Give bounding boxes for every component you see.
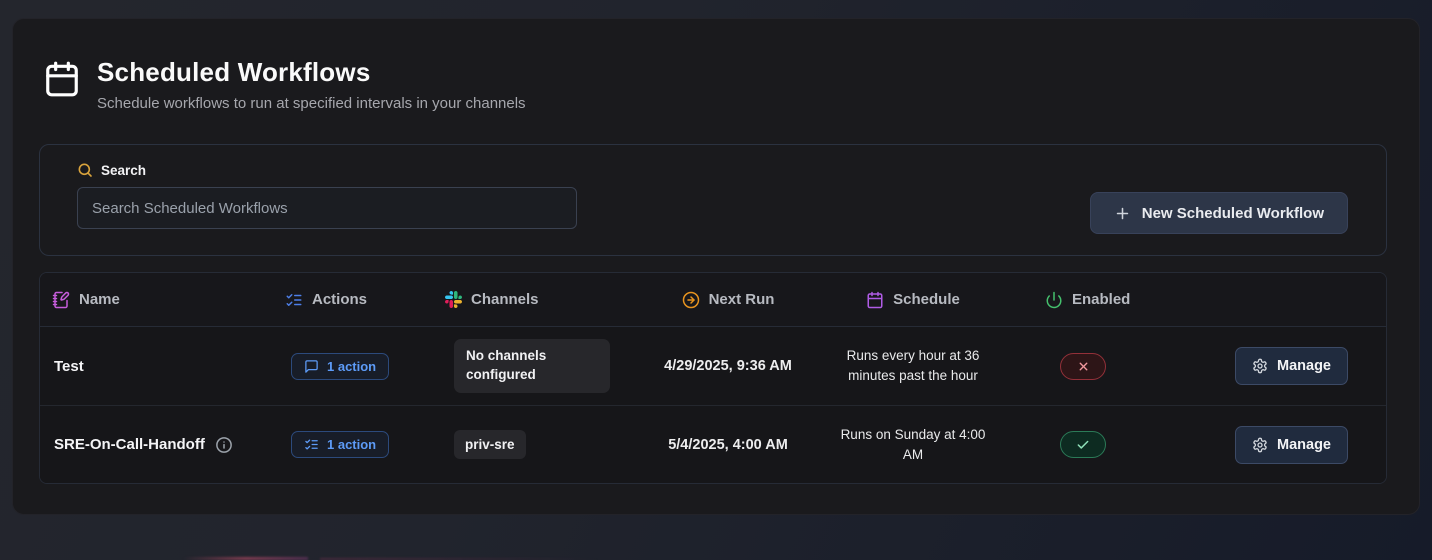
slack-icon	[445, 291, 462, 308]
gear-icon	[1252, 437, 1268, 453]
manage-button-label: Manage	[1277, 358, 1331, 374]
schedule-description: Runs every hour at 36 minutes past the h…	[846, 348, 980, 383]
actions-count-label: 1 action	[327, 437, 377, 452]
column-label-next-run: Next Run	[708, 291, 775, 308]
calendar-icon	[866, 291, 884, 309]
search-panel: Search New Scheduled Workflow	[39, 144, 1387, 256]
column-label-actions: Actions	[312, 291, 368, 308]
page-subtitle: Schedule workflows to run at specified i…	[97, 95, 526, 112]
search-input[interactable]	[77, 187, 577, 229]
column-label-enabled: Enabled	[1072, 291, 1131, 308]
manage-button[interactable]: Manage	[1235, 425, 1348, 464]
new-scheduled-workflow-button[interactable]: New Scheduled Workflow	[1089, 192, 1348, 234]
x-icon	[1077, 360, 1090, 373]
gear-icon	[1252, 358, 1268, 374]
table-row: Test 1 action No channels configured 4/2…	[40, 327, 1386, 405]
page-title: Scheduled Workflows	[97, 57, 371, 87]
column-label-channels: Channels	[471, 291, 539, 308]
scheduled-workflows-card: Scheduled Workflows Schedule workflows t…	[12, 18, 1420, 515]
power-icon	[1045, 291, 1063, 309]
status-enabled-pill[interactable]	[1060, 431, 1106, 458]
column-header-next-run: Next Run	[643, 291, 813, 309]
channels-empty-badge: No channels configured	[454, 339, 610, 393]
info-icon[interactable]	[215, 436, 233, 454]
actions-count-badge[interactable]: 1 action	[291, 352, 390, 380]
page-header: Scheduled Workflows Schedule workflows t…	[43, 57, 1387, 112]
schedule-description: Runs on Sunday at 4:00 AM	[840, 426, 986, 462]
workflow-name: SRE-On-Call-Handoff	[40, 436, 273, 454]
actions-count-badge[interactable]: 1 action	[291, 431, 390, 458]
notebook-pen-icon	[52, 291, 70, 309]
new-scheduled-workflow-label: New Scheduled Workflow	[1141, 204, 1324, 222]
table-row: SRE-On-Call-Handoff 1 action priv-sre 5/…	[40, 405, 1386, 483]
column-header-name: Name	[40, 291, 273, 309]
channel-tag: priv-sre	[454, 430, 526, 459]
actions-count-label: 1 action	[327, 358, 377, 374]
search-icon	[77, 162, 93, 178]
workflow-name: Test	[54, 357, 84, 375]
arrow-right-circle-icon	[682, 291, 700, 309]
list-checks-icon	[285, 291, 303, 309]
status-disabled-pill[interactable]	[1060, 352, 1106, 380]
column-header-actions: Actions	[273, 291, 433, 309]
manage-button[interactable]: Manage	[1235, 347, 1348, 385]
manage-button-label: Manage	[1277, 436, 1331, 453]
check-icon	[1076, 438, 1090, 452]
column-header-enabled: Enabled	[1013, 291, 1153, 309]
column-label-schedule: Schedule	[893, 291, 960, 308]
list-checks-icon	[304, 437, 319, 452]
workflows-table: Name Actions Channels Next Run Schedule …	[39, 272, 1387, 484]
table-header-row: Name Actions Channels Next Run Schedule …	[40, 273, 1386, 327]
column-label-name: Name	[79, 291, 120, 308]
next-run-value: 4/29/2025, 9:36 AM	[664, 358, 792, 374]
next-run-value: 5/4/2025, 4:00 AM	[668, 436, 788, 453]
column-header-schedule: Schedule	[813, 291, 1013, 309]
search-label: Search	[101, 162, 147, 178]
column-header-channels: Channels	[433, 291, 643, 308]
plus-icon	[1114, 205, 1131, 222]
calendar-icon	[43, 60, 81, 98]
message-square-icon	[304, 359, 319, 374]
